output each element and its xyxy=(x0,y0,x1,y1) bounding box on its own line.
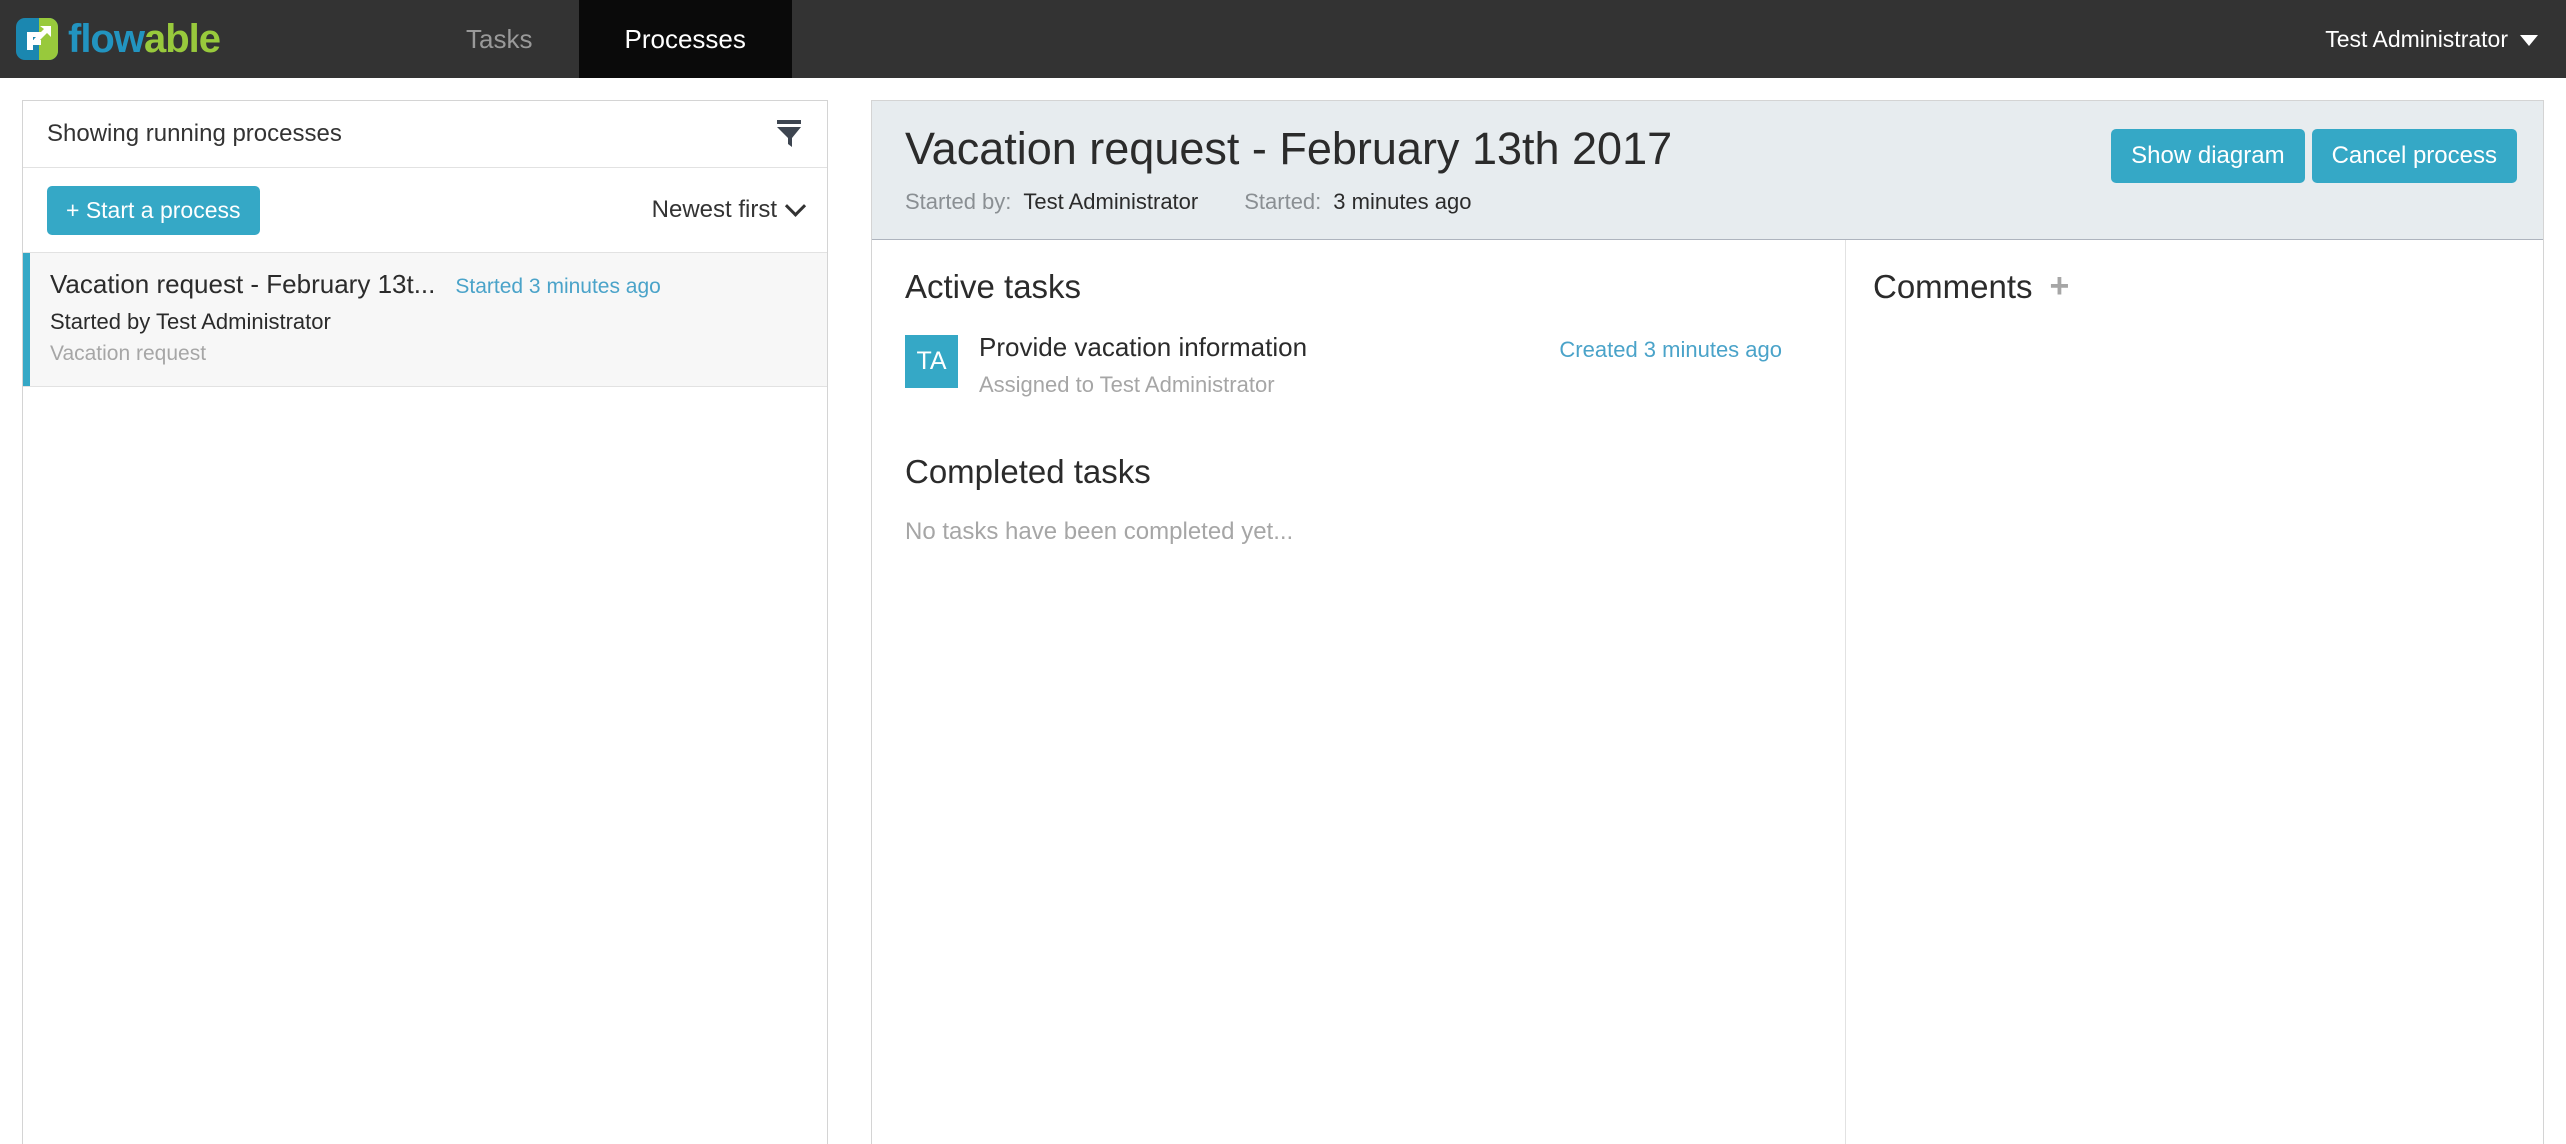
completed-tasks-empty-message: No tasks have been completed yet... xyxy=(905,517,1294,545)
top-navigation-bar: flowable Tasks Processes Test Administra… xyxy=(0,0,2566,93)
show-diagram-button[interactable]: Show diagram xyxy=(2111,129,2305,183)
active-task-assignee: Assigned to Test Administrator xyxy=(979,371,1275,397)
process-detail-header: Vacation request - February 13th 2017 St… xyxy=(872,101,2543,240)
active-task-created-time: Created 3 minutes ago xyxy=(1559,336,1782,362)
started-label: Started: xyxy=(1244,188,1322,214)
process-detail-body: Active tasks TA Provide vacation informa… xyxy=(872,239,2543,1144)
sort-order-dropdown[interactable]: Newest first xyxy=(651,195,807,224)
brand-word-flow: flow xyxy=(68,17,145,61)
process-list-header-title: Showing running processes xyxy=(47,120,342,147)
workspace: Showing running processes + Start a proc… xyxy=(0,78,2566,1144)
tab-processes[interactable]: Processes xyxy=(578,0,792,93)
cancel-process-button[interactable]: Cancel process xyxy=(2311,129,2517,183)
tasks-column: Active tasks TA Provide vacation informa… xyxy=(872,239,1846,1144)
filter-funnel-icon[interactable] xyxy=(775,119,803,149)
comments-heading: Comments xyxy=(1873,267,2033,305)
process-item-title: Vacation request - February 13t... xyxy=(50,269,436,299)
brand-logo[interactable]: flowable xyxy=(0,0,221,78)
completed-tasks-heading: Completed tasks xyxy=(905,452,1151,490)
chevron-down-icon xyxy=(2520,35,2538,46)
brand-word-able: able xyxy=(143,17,221,61)
start-process-button[interactable]: + Start a process xyxy=(47,185,260,235)
process-list-panel: Showing running processes + Start a proc… xyxy=(22,100,828,1144)
user-menu[interactable]: Test Administrator xyxy=(2325,0,2566,78)
process-list: Vacation request - February 13t... Start… xyxy=(23,253,827,1144)
process-item-definition: Vacation request xyxy=(50,342,207,365)
main-tabs: Tasks Processes xyxy=(420,0,792,93)
process-list-actions: + Start a process Newest first xyxy=(23,168,827,253)
process-detail-actions: Show diagram Cancel process xyxy=(2111,123,2517,183)
tab-tasks[interactable]: Tasks xyxy=(420,0,578,78)
chevron-down-icon xyxy=(784,195,807,217)
process-item-row: Vacation request - February 13t... Start… xyxy=(50,269,805,300)
process-list-item[interactable]: Vacation request - February 13t... Start… xyxy=(23,253,827,387)
brand-wordmark: flowable xyxy=(68,17,221,61)
active-tasks-heading: Active tasks xyxy=(905,267,1082,305)
process-item-started-time: Started 3 minutes ago xyxy=(455,275,661,298)
active-task-text: Provide vacation information Assigned to… xyxy=(979,332,1559,398)
tab-processes-label: Processes xyxy=(624,23,746,54)
active-task-name: Provide vacation information xyxy=(979,331,1308,362)
comments-header: Comments + xyxy=(1873,268,2543,306)
completed-tasks-section: Completed tasks No tasks have been compl… xyxy=(905,453,1812,546)
process-item-started-by: Started by Test Administrator xyxy=(50,309,331,334)
process-detail-panel: Vacation request - February 13th 2017 St… xyxy=(871,100,2544,1144)
user-menu-label: Test Administrator xyxy=(2325,25,2508,52)
sort-order-label: Newest first xyxy=(651,196,777,223)
flowable-arrow-logo-icon xyxy=(16,18,58,60)
tab-tasks-label: Tasks xyxy=(466,23,533,54)
started-value: 3 minutes ago xyxy=(1333,188,1472,214)
active-task-item[interactable]: TA Provide vacation information Assigned… xyxy=(905,332,1812,398)
plus-icon[interactable]: + xyxy=(2050,269,2070,303)
page-title: Vacation request - February 13th 2017 xyxy=(905,123,1673,174)
avatar: TA xyxy=(905,334,958,388)
started-by-label: Started by: xyxy=(905,188,1012,214)
comments-column: Comments + xyxy=(1846,240,2543,1144)
started-by-value: Test Administrator xyxy=(1023,188,1199,214)
process-meta: Started by: Test Administrator Started: … xyxy=(905,189,1672,215)
process-list-header: Showing running processes xyxy=(23,101,827,168)
process-detail-header-text: Vacation request - February 13th 2017 St… xyxy=(905,123,1672,215)
